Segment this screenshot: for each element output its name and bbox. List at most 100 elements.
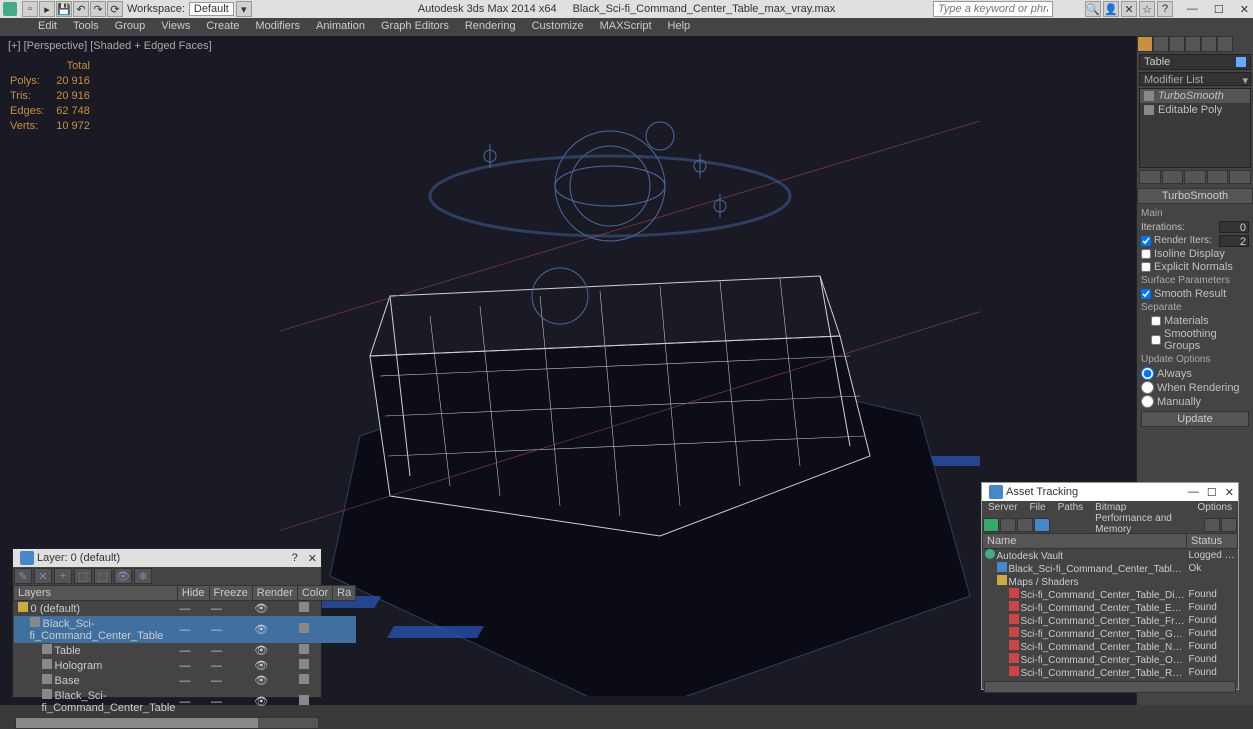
viewport-label[interactable]: [+] [Perspective] [Shaded + Edged Faces] [8, 40, 212, 52]
tab-display[interactable] [1201, 36, 1217, 52]
menu-edit[interactable]: Edit [30, 18, 65, 36]
open-button[interactable]: ▸ [39, 1, 55, 17]
layer-row[interactable]: 0 (default)——👁 [14, 601, 356, 617]
layer-dialog-close[interactable]: ✕ [308, 552, 317, 565]
render-iters-checkbox[interactable] [1141, 236, 1151, 246]
make-unique-button[interactable] [1184, 170, 1206, 184]
asset-minimize[interactable]: — [1188, 486, 1199, 498]
asset-tree-button[interactable] [1000, 518, 1016, 532]
color-swatch[interactable] [299, 623, 309, 633]
modifier-row-editable-poly[interactable]: Editable Poly [1140, 103, 1250, 117]
pin-stack-button[interactable] [1139, 170, 1161, 184]
iterations-spinner[interactable]: 0 [1219, 221, 1249, 233]
asset-menu-server[interactable]: Server [982, 501, 1023, 517]
asset-menu-options[interactable]: Options [1192, 501, 1238, 517]
asset-row[interactable]: Sci-fi_Command_Center_Table_Glossiness.p… [983, 627, 1238, 640]
color-swatch[interactable] [299, 695, 309, 705]
asset-col-status[interactable]: Status [1187, 534, 1238, 549]
freeze-layer-button[interactable]: ❄ [134, 568, 152, 584]
col-color[interactable]: Color [297, 586, 332, 601]
col-render[interactable]: Render [252, 586, 297, 601]
menu-rendering[interactable]: Rendering [457, 18, 524, 36]
search-input[interactable] [933, 1, 1053, 17]
color-swatch[interactable] [299, 659, 309, 669]
delete-layer-button[interactable]: ✕ [34, 568, 52, 584]
help-icon[interactable]: ? [1157, 1, 1173, 17]
asset-table-button[interactable] [1034, 518, 1050, 532]
col-layers[interactable]: Layers [14, 586, 178, 601]
layer-dialog-titlebar[interactable]: Layer: 0 (default) ? ✕ [13, 549, 321, 567]
menu-help[interactable]: Help [660, 18, 699, 36]
asset-col-name[interactable]: Name [983, 534, 1187, 549]
menu-tools[interactable]: Tools [65, 18, 107, 36]
asset-row[interactable]: Sci-fi_Command_Center_Table_Opacity.pngF… [983, 653, 1238, 666]
signin-icon[interactable]: 👤 [1103, 1, 1119, 17]
layer-scrollbar-thumb[interactable] [16, 718, 258, 728]
asset-next-button[interactable] [1221, 518, 1237, 532]
tab-motion[interactable] [1185, 36, 1201, 52]
redo-button[interactable]: ↷ [90, 1, 106, 17]
asset-scrollbar[interactable] [984, 681, 1236, 693]
add-to-layer-button[interactable]: + [54, 568, 72, 584]
layer-row[interactable]: Base——👁 [14, 673, 356, 688]
workspace-dropdown[interactable]: Default [189, 2, 234, 16]
layer-dialog[interactable]: Layer: 0 (default) ? ✕ ✎ ✕ + ⬚ ⬚ 👁 ❄ Lay… [12, 548, 322, 698]
asset-row[interactable]: Sci-fi_Command_Center_Table_Diffuse.pngF… [983, 588, 1238, 601]
object-name-field[interactable]: Table [1139, 54, 1251, 70]
exchange-icon[interactable]: ✕ [1121, 1, 1137, 17]
modifier-stack[interactable]: TurboSmooth Editable Poly [1139, 88, 1251, 168]
color-swatch[interactable] [299, 602, 309, 612]
rollout-header-turbosmooth[interactable]: TurboSmooth [1137, 188, 1253, 204]
layer-scrollbar[interactable] [15, 717, 319, 729]
materials-checkbox[interactable] [1151, 316, 1161, 326]
search-icon[interactable]: 🔍 [1085, 1, 1101, 17]
asset-row[interactable]: Maps / Shaders [983, 575, 1238, 588]
color-swatch[interactable] [299, 674, 309, 684]
asset-dialog-titlebar[interactable]: Asset Tracking — ☐ ✕ [982, 483, 1238, 501]
smooth-result-checkbox[interactable] [1141, 289, 1151, 299]
asset-row[interactable]: Sci-fi_Command_Center_Table_Fresnel.pngF… [983, 614, 1238, 627]
maximize-button[interactable]: ☐ [1214, 3, 1224, 16]
favorite-icon[interactable]: ☆ [1139, 1, 1155, 17]
layer-row[interactable]: Black_Sci-fi_Command_Center_Table——👁 [14, 688, 356, 715]
asset-row[interactable]: Black_Sci-fi_Command_Center_Table_max_vr… [983, 562, 1238, 575]
asset-row[interactable]: Sci-fi_Command_Center_Table_Normal.pngFo… [983, 640, 1238, 653]
undo-button[interactable]: ↶ [73, 1, 89, 17]
tab-modify[interactable] [1153, 36, 1169, 52]
layer-row[interactable]: Table——👁 [14, 643, 356, 658]
menu-create[interactable]: Create [198, 18, 247, 36]
remove-modifier-button[interactable] [1207, 170, 1229, 184]
col-freeze[interactable]: Freeze [209, 586, 252, 601]
configure-sets-button[interactable] [1229, 170, 1251, 184]
col-hide[interactable]: Hide [177, 586, 209, 601]
render-iters-spinner[interactable]: 2 [1219, 235, 1249, 247]
expand-icon[interactable] [1144, 105, 1154, 115]
lightbulb-icon[interactable] [1144, 91, 1154, 101]
asset-row[interactable]: Sci-fi_Command_Center_Table_Reflection.p… [983, 666, 1238, 679]
asset-refresh-button[interactable] [983, 518, 999, 532]
asset-tracking-dialog[interactable]: Asset Tracking — ☐ ✕ Server File Paths B… [981, 482, 1239, 690]
menu-animation[interactable]: Animation [308, 18, 373, 36]
link-button[interactable]: ⟳ [107, 1, 123, 17]
select-layer-button[interactable]: ⬚ [74, 568, 92, 584]
asset-list-button[interactable] [1017, 518, 1033, 532]
asset-maximize[interactable]: ☐ [1207, 486, 1217, 499]
minimize-button[interactable]: — [1187, 3, 1198, 16]
always-radio[interactable] [1141, 367, 1154, 380]
save-button[interactable]: 💾 [56, 1, 72, 17]
hide-layer-button[interactable]: 👁 [114, 568, 132, 584]
modifier-list-dropdown[interactable]: Modifier List [1139, 72, 1251, 86]
asset-menu-file[interactable]: File [1023, 501, 1051, 517]
asset-row[interactable]: Sci-fi_Command_Center_Table_Emissive.png… [983, 601, 1238, 614]
when-rendering-radio[interactable] [1141, 381, 1154, 394]
asset-close[interactable]: ✕ [1225, 486, 1234, 499]
update-button[interactable]: Update [1141, 411, 1249, 427]
explicit-normals-checkbox[interactable] [1141, 262, 1151, 272]
manually-radio[interactable] [1141, 395, 1154, 408]
col-radiosity[interactable]: Ra [333, 586, 356, 601]
tab-hierarchy[interactable] [1169, 36, 1185, 52]
tab-create[interactable] [1137, 36, 1153, 52]
show-end-result-button[interactable] [1162, 170, 1184, 184]
layer-row[interactable]: Hologram——👁 [14, 658, 356, 673]
menu-customize[interactable]: Customize [524, 18, 592, 36]
